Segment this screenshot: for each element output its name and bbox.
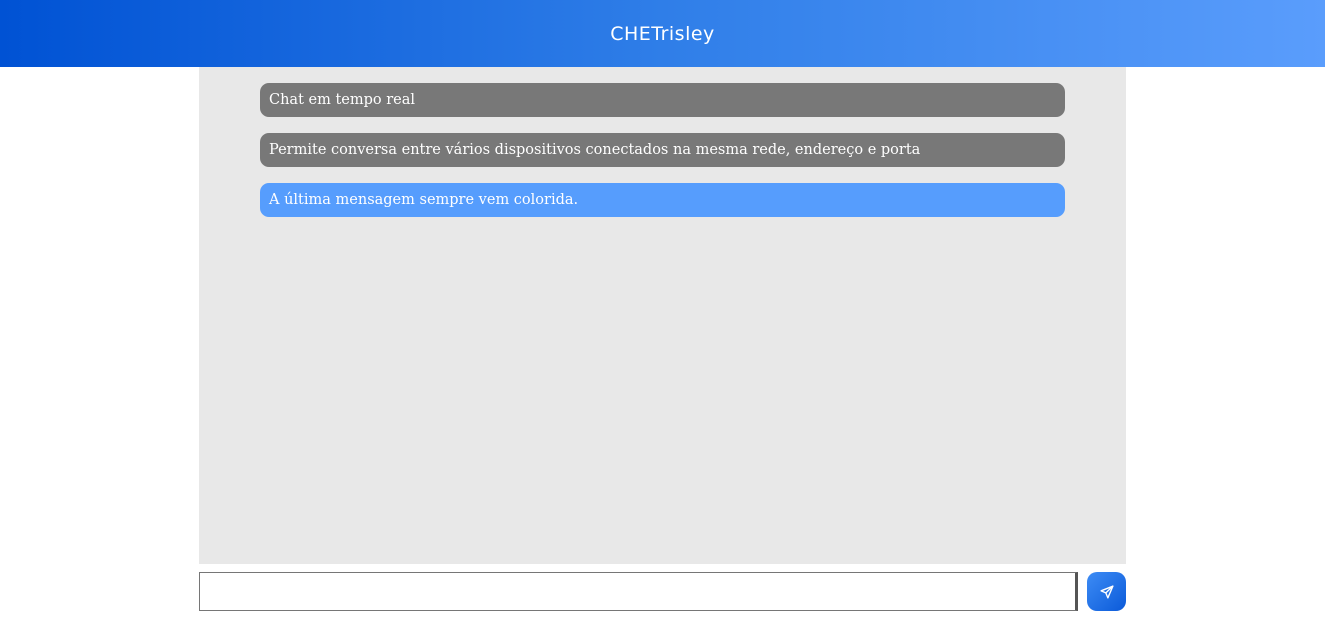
send-button[interactable]: [1087, 572, 1126, 611]
app-header: CHETrisley: [0, 0, 1325, 67]
app-title: CHETrisley: [610, 22, 715, 45]
chat-message: Permite conversa entre vários dispositiv…: [260, 133, 1065, 167]
chat-message-latest: A última mensagem sempre vem colorida.: [260, 183, 1065, 217]
message-input[interactable]: [199, 572, 1078, 611]
chat-messages-area[interactable]: Chat em tempo real Permite conversa entr…: [199, 67, 1126, 564]
chat-message: Chat em tempo real: [260, 83, 1065, 117]
paper-plane-icon: [1099, 584, 1114, 599]
